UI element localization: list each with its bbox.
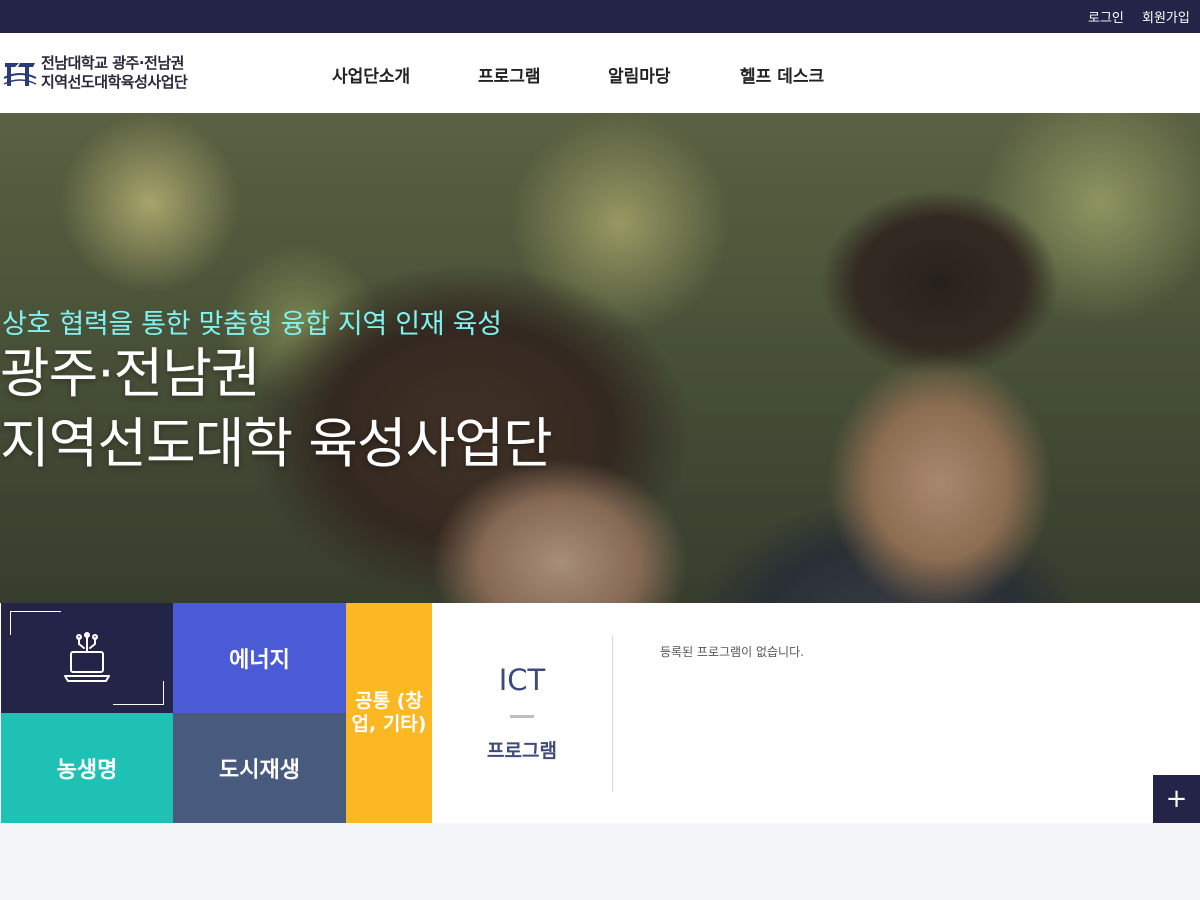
logo-line-1: 전남대학교 광주·전남권 xyxy=(41,54,184,72)
program-tiles: 에너지 농생명 도시재생 공통 (창업, 기타) ICT 프로그램 등록된 프로… xyxy=(0,603,1200,823)
hero-subtitle: 상호 협력을 통한 맞춤형 융합 지역 인재 육성 xyxy=(2,309,502,340)
nav-help-desk[interactable]: 헬프 데스크 xyxy=(740,62,824,87)
logo-text: 전남대학교 광주·전남권 지역선도대학육성사업단 xyxy=(41,54,188,92)
university-emblem-icon xyxy=(3,60,37,90)
nav-notice[interactable]: 알림마당 xyxy=(608,62,671,87)
logo-line-2: 지역선도대학육성사업단 xyxy=(41,73,188,91)
ict-divider-bar xyxy=(510,715,534,718)
hero-title-line-2: 지역선도대학 육성사업단 xyxy=(0,412,553,475)
ict-title: ICT xyxy=(498,663,546,697)
plus-icon: + xyxy=(1165,784,1188,814)
signup-link[interactable]: 회원가입 xyxy=(1142,7,1190,26)
page-bottom-area xyxy=(0,823,1200,900)
bio-tile[interactable]: 농생명 xyxy=(1,713,173,823)
site-logo[interactable]: 전남대학교 광주·전남권 지역선도대학육성사업단 xyxy=(2,54,232,94)
more-button[interactable]: + xyxy=(1153,775,1200,823)
common-tile[interactable]: 공통 (창업, 기타) xyxy=(346,603,432,823)
nav-program[interactable]: 프로그램 xyxy=(478,62,541,87)
ict-program-label: 프로그램 xyxy=(487,740,557,762)
top-utility-bar: 로그인 회원가입 xyxy=(0,0,1200,33)
site-header: 전남대학교 광주·전남권 지역선도대학육성사업단 사업단소개 프로그램 알림마당… xyxy=(0,33,1200,113)
ict-program-panel[interactable]: ICT 프로그램 xyxy=(432,603,612,823)
empty-program-message: 등록된 프로그램이 없습니다. xyxy=(660,645,804,659)
corner-frame-top-left xyxy=(10,611,61,635)
energy-tile[interactable]: 에너지 xyxy=(173,603,346,713)
panel-divider xyxy=(612,635,613,792)
ict-icon-tile[interactable] xyxy=(1,603,173,713)
nav-about[interactable]: 사업단소개 xyxy=(332,62,410,87)
login-link[interactable]: 로그인 xyxy=(1088,7,1124,26)
hero-title-line-1: 광주·전남권 xyxy=(0,342,261,405)
corner-frame-bottom-right xyxy=(113,681,164,705)
urban-regeneration-tile[interactable]: 도시재생 xyxy=(173,713,346,823)
laptop-network-icon xyxy=(64,632,110,682)
hero-banner: 상호 협력을 통한 맞춤형 융합 지역 인재 육성 광주·전남권 지역선도대학 … xyxy=(0,113,1200,603)
